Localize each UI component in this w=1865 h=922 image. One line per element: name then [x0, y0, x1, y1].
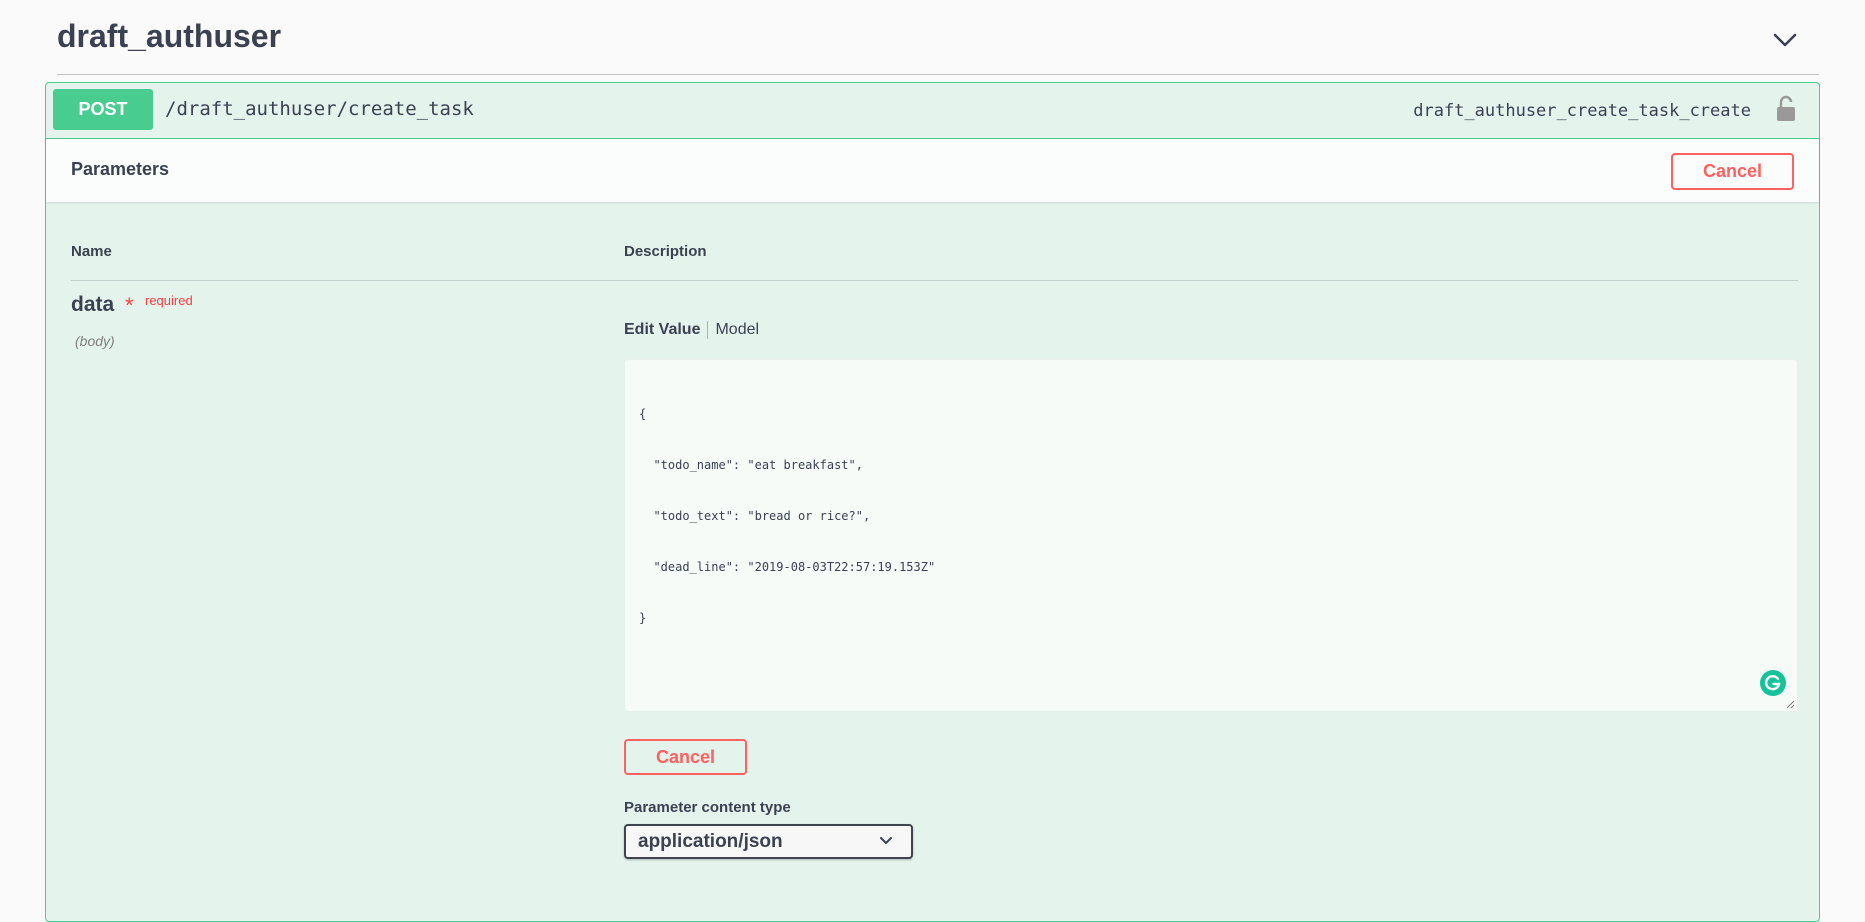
operation-summary[interactable]: POST /draft_authuser/create_task draft_a…	[46, 83, 1819, 139]
operation-path: /draft_authuser/create_task	[165, 98, 474, 120]
tab-model[interactable]: Model	[708, 321, 759, 339]
editor-line: }	[639, 611, 647, 625]
table-divider	[71, 280, 1798, 281]
operation-id: draft_authuser_create_task_create	[1413, 101, 1751, 121]
body-tabs: Edit Value Model	[624, 319, 759, 341]
column-header-name: Name	[71, 243, 112, 260]
resize-handle-icon[interactable]	[1785, 699, 1795, 709]
cancel-try-out-button[interactable]: Cancel	[1671, 153, 1794, 190]
required-asterisk: *	[125, 293, 134, 318]
method-badge: POST	[53, 89, 153, 130]
column-header-description: Description	[624, 243, 707, 260]
parameters-title: Parameters	[71, 159, 170, 179]
content-type-select[interactable]: application/json	[624, 824, 913, 859]
grammarly-icon[interactable]	[1759, 669, 1787, 697]
cancel-button[interactable]: Cancel	[624, 739, 747, 775]
request-body-textarea[interactable]: { "todo_name": "eat breakfast", "todo_te…	[624, 359, 1798, 712]
chevron-down-icon[interactable]	[1771, 26, 1799, 54]
unlocked-padlock-icon[interactable]	[1775, 95, 1797, 123]
editor-line: {	[639, 407, 647, 421]
tab-edit-value[interactable]: Edit Value	[624, 321, 709, 339]
editor-line: "dead_line": "2019-08-03T22:57:19.153Z"	[639, 560, 936, 574]
parameter-location: (body)	[75, 333, 115, 349]
tag-header[interactable]: draft_authuser	[57, 14, 1819, 75]
parameters-header: Parameters Cancel	[46, 139, 1819, 202]
chevron-down-icon	[880, 837, 892, 844]
tag-title[interactable]: draft_authuser	[57, 18, 281, 55]
operation-block: POST /draft_authuser/create_task draft_a…	[45, 82, 1820, 922]
content-type-value: application/json	[638, 831, 783, 852]
parameter-name: data	[71, 293, 115, 316]
required-label: required	[145, 293, 193, 308]
content-type-label: Parameter content type	[624, 799, 791, 816]
editor-line: "todo_text": "bread or rice?",	[639, 509, 871, 523]
editor-line: "todo_name": "eat breakfast",	[639, 458, 863, 472]
